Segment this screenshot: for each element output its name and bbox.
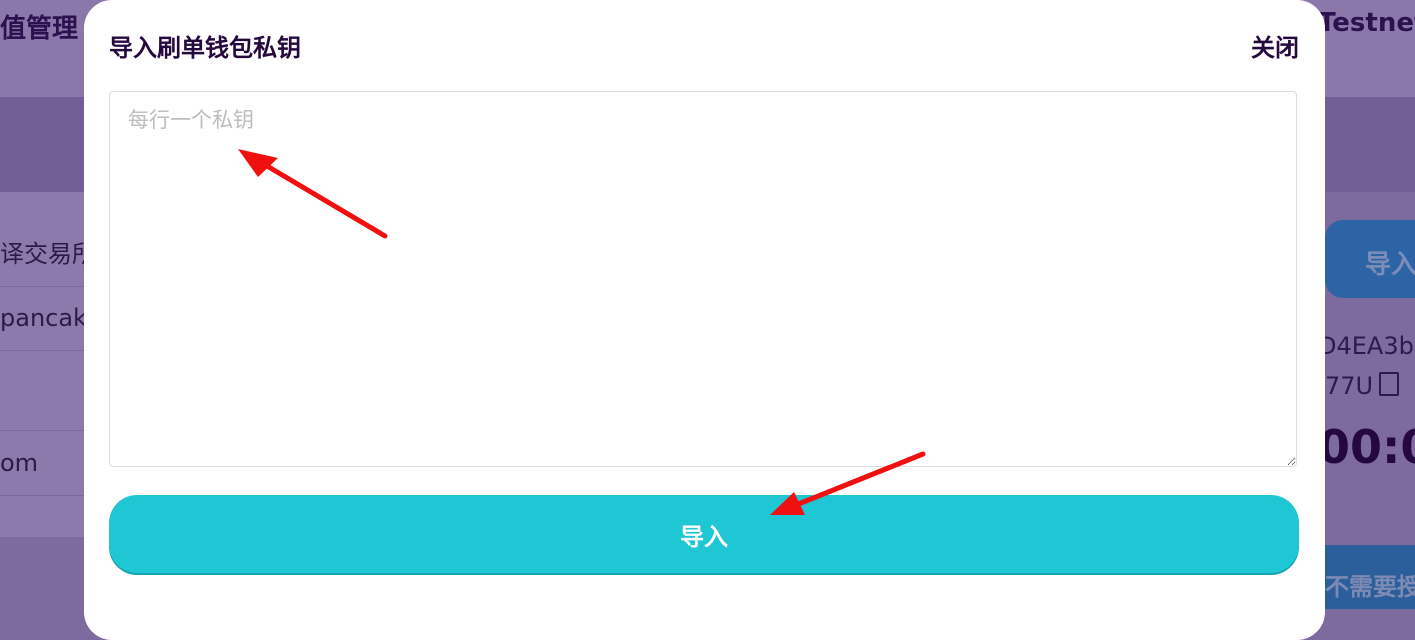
background-import-button: 导入 bbox=[1325, 220, 1415, 298]
background-bottom-button: 不需要授 bbox=[1325, 545, 1415, 609]
background-bottom-label: 不需要授 bbox=[1325, 573, 1415, 601]
address-line-2: 77U bbox=[1325, 372, 1400, 400]
empty-row bbox=[0, 350, 84, 431]
background-page-title: 值管理 bbox=[0, 14, 79, 44]
network-label: Testnet bbox=[1318, 8, 1415, 38]
private-key-textarea[interactable] bbox=[109, 91, 1297, 467]
close-button[interactable]: 关闭 bbox=[1251, 28, 1299, 63]
countdown-timer: 00:00 bbox=[1318, 420, 1415, 474]
exchange-select-row: 译交易所 bbox=[0, 222, 84, 287]
copy-icon bbox=[1379, 372, 1400, 396]
background-import-label: 导入 bbox=[1365, 250, 1415, 280]
address-line-1: D4EA3b bbox=[1318, 332, 1414, 360]
background-left-card: 译交易所 pancake om bbox=[0, 192, 84, 537]
address-line-2-text: 77U bbox=[1325, 372, 1374, 400]
import-private-key-dialog: 导入刷单钱包私钥 关闭 导入 bbox=[84, 0, 1325, 640]
domain-row: om bbox=[0, 431, 84, 496]
exchange-value-row: pancake bbox=[0, 286, 84, 351]
dialog-title: 导入刷单钱包私钥 bbox=[109, 34, 301, 62]
import-button[interactable]: 导入 bbox=[109, 495, 1299, 573]
